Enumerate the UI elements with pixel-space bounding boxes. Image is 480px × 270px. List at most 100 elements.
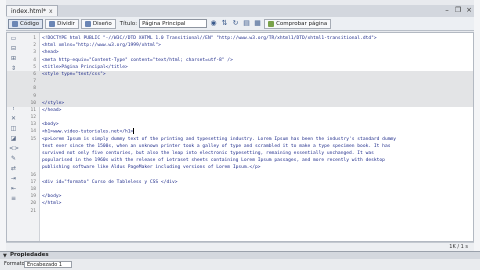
line-number: 11 bbox=[30, 107, 36, 113]
code-line[interactable]: 11 </head> bbox=[7, 107, 473, 114]
code-view-icon bbox=[12, 20, 18, 27]
format-label: Formato bbox=[4, 261, 25, 267]
code-line[interactable]: 2 <html xmlns="http://www.w3.org/1999/xht… bbox=[7, 42, 473, 49]
text-cursor bbox=[133, 128, 135, 135]
line-number: 10 bbox=[30, 100, 36, 106]
line-number: 2 bbox=[33, 43, 36, 49]
right-panel-edge bbox=[474, 0, 480, 270]
properties-panel-title: Propiedades bbox=[10, 252, 49, 258]
code-line[interactable]: 14 <h1>www.video-tutoriales.net</h1> bbox=[7, 128, 473, 135]
line-number: 17 bbox=[30, 179, 36, 185]
line-number: 6 bbox=[33, 71, 36, 77]
visual-aids-icon[interactable]: ▦ bbox=[253, 19, 262, 28]
code-text: <html xmlns="http://www.w3.org/1999/xhtm… bbox=[42, 43, 161, 49]
code-line[interactable]: 15 <p>Lorem Ipsum is simply dummy text of… bbox=[7, 136, 473, 143]
document-toolbar: Código Dividir Diseño Título: Página Pri… bbox=[6, 17, 474, 31]
code-line[interactable]: 12 bbox=[7, 114, 473, 121]
check-page-label: Comprobar página bbox=[276, 20, 328, 27]
code-text: <body> bbox=[42, 122, 59, 128]
code-line[interactable]: 21 bbox=[7, 208, 473, 215]
minimize-icon[interactable]: – bbox=[442, 5, 452, 15]
code-view-label: Código bbox=[20, 20, 40, 27]
check-page-icon bbox=[268, 20, 275, 27]
code-line[interactable]: 9 bbox=[7, 92, 473, 100]
code-text: publishing software like Aldus PageMaker… bbox=[42, 165, 261, 171]
code-text: text ever since the 1500s, when an unkno… bbox=[42, 143, 391, 149]
code-text: <title>Página Principal</title> bbox=[42, 64, 128, 70]
line-number: 20 bbox=[30, 201, 36, 207]
code-line[interactable]: 5 <title>Página Principal</title> bbox=[7, 64, 473, 71]
line-number: 15 bbox=[30, 136, 36, 142]
properties-panel: Formato Encabezado 1 bbox=[0, 259, 480, 270]
code-line[interactable]: 1 <!DOCTYPE html PUBLIC "-//W3C//DTD XHTM… bbox=[7, 35, 473, 42]
code-line[interactable]: 13 <body> bbox=[7, 121, 473, 128]
view-options-icon[interactable]: ▤ bbox=[242, 19, 251, 28]
line-number: 21 bbox=[30, 208, 36, 214]
line-number: 9 bbox=[33, 93, 36, 99]
code-editor[interactable]: ▭ ⊟ ⊞ ⇕ ⌃ {} # ! ✕ ◫ ◪ <> ✎ ⇄ ⇥ ⇤ ≡ 1<!D… bbox=[6, 32, 474, 242]
file-management-icon[interactable]: ⇅ bbox=[220, 19, 229, 28]
code-text: <style type="text/css"> bbox=[42, 71, 106, 77]
code-line[interactable]: 19 </body> bbox=[7, 193, 473, 200]
code-text: </body> bbox=[42, 194, 62, 200]
code-line[interactable]: survived not only five centuries, but al… bbox=[7, 150, 473, 157]
code-line[interactable]: 10 </style> bbox=[7, 99, 473, 107]
line-number: 14 bbox=[30, 129, 36, 135]
line-number: 5 bbox=[33, 64, 36, 70]
status-bar: 1K / 1 s bbox=[6, 242, 474, 251]
code-text: <head> bbox=[42, 50, 59, 56]
code-line[interactable]: 4 <meta http-equiv="Content-Type" content… bbox=[7, 57, 473, 64]
code-line[interactable]: publishing software like Aldus PageMaker… bbox=[7, 164, 473, 171]
code-text: </html> bbox=[42, 201, 62, 207]
document-tab-strip: index.html* x – ❐ × bbox=[6, 5, 474, 17]
format-select[interactable]: Encabezado 1 bbox=[24, 261, 72, 268]
design-view-button[interactable]: Diseño bbox=[80, 18, 116, 29]
line-number: 18 bbox=[30, 186, 36, 192]
code-text: survived not only five centuries, but al… bbox=[42, 151, 374, 156]
split-view-label: Dividir bbox=[57, 20, 75, 27]
code-line[interactable]: 3 <head> bbox=[7, 49, 473, 56]
browser-preview-icon[interactable]: ◉ bbox=[209, 19, 218, 28]
code-text: <meta http-equiv="Content-Type" content=… bbox=[42, 57, 233, 63]
code-line[interactable]: 20 </html> bbox=[7, 200, 473, 207]
code-view-button[interactable]: Código bbox=[8, 18, 44, 29]
code-line[interactable]: popularised in the 1960s with the releas… bbox=[7, 157, 473, 164]
restore-icon[interactable]: ❐ bbox=[453, 5, 463, 15]
close-window-icon[interactable]: × bbox=[464, 5, 474, 15]
code-text: </head> bbox=[42, 107, 62, 113]
document-tab[interactable]: index.html* x bbox=[6, 5, 58, 16]
design-view-icon bbox=[84, 20, 91, 27]
properties-panel-header[interactable]: ▼ Propiedades bbox=[0, 251, 480, 259]
title-input[interactable]: Página Principal bbox=[139, 19, 208, 28]
line-number: 16 bbox=[30, 172, 36, 178]
dreamweaver-window: index.html* x – ❐ × Código Dividir Diseñ… bbox=[0, 0, 480, 270]
document-tab-label: index.html* bbox=[11, 7, 46, 15]
status-text: 1K / 1 s bbox=[449, 244, 468, 250]
check-page-button[interactable]: Comprobar página bbox=[264, 18, 332, 29]
code-line[interactable]: 7 bbox=[7, 78, 473, 86]
code-line[interactable]: 16 bbox=[7, 172, 473, 179]
line-number: 3 bbox=[33, 50, 36, 56]
line-number: 1 bbox=[33, 36, 36, 41]
code-line[interactable]: 18 bbox=[7, 186, 473, 193]
code-text: <div id="formato" Curso de Tableless y C… bbox=[42, 179, 178, 185]
title-label: Título: bbox=[119, 20, 138, 27]
split-view-button[interactable]: Dividir bbox=[45, 18, 79, 29]
code-line[interactable]: text ever since the 1500s, when an unkno… bbox=[7, 143, 473, 150]
tab-close-icon[interactable]: x bbox=[49, 6, 53, 17]
line-number: 4 bbox=[33, 57, 36, 63]
line-number: 12 bbox=[30, 115, 36, 121]
code-line[interactable]: 17 <div id="formato" Curso de Tableless y… bbox=[7, 179, 473, 186]
code-text: popularised in the 1960s with the releas… bbox=[42, 158, 385, 164]
line-number: 8 bbox=[33, 86, 36, 92]
code-line[interactable]: 6 <style type="text/css"> bbox=[7, 70, 473, 79]
code-lines: 1 <!DOCTYPE html PUBLIC "-//W3C//DTD XHTM… bbox=[7, 35, 473, 215]
code-text: <!DOCTYPE html PUBLIC "-//W3C//DTD XHTML… bbox=[42, 36, 377, 41]
split-view-icon bbox=[49, 20, 56, 27]
design-view-label: Diseño bbox=[92, 20, 112, 27]
line-number: 13 bbox=[30, 122, 36, 128]
code-line[interactable]: 8 bbox=[7, 85, 473, 93]
refresh-icon[interactable]: ↻ bbox=[231, 19, 240, 28]
line-number: 7 bbox=[33, 79, 36, 85]
line-number: 19 bbox=[30, 194, 36, 200]
